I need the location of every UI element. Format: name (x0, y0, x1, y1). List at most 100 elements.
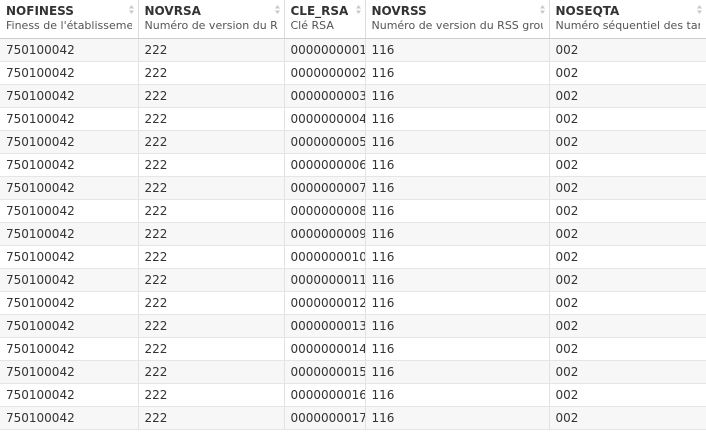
cell-novrss: 116 (365, 337, 550, 361)
cell-cle-rsa: 0000000012 (284, 291, 366, 315)
cell-cle-rsa: 0000000007 (284, 176, 366, 200)
table-row[interactable]: 750100042 222 0000000014 116 002 (0, 337, 706, 361)
cell-nofiness: 750100042 (0, 245, 139, 269)
cell-novrss: 116 (365, 383, 550, 407)
column-header-novrss[interactable]: NOVRSS Numéro de version du RSS groupé (365, 0, 550, 39)
cell-novrss: 116 (365, 360, 550, 384)
column-header-novrsa[interactable]: NOVRSANuméro de version du RSA (138, 0, 285, 39)
cell-noseqta: 002 (549, 268, 706, 292)
cell-novrsa: 222 (138, 314, 285, 338)
table-row[interactable]: 750100042 222 0000000006 116 002 (0, 153, 706, 177)
cell-noseqta: 002 (549, 84, 706, 108)
cell-cle-rsa: 0000000004 (284, 107, 366, 131)
cell-noseqta: 002 (549, 383, 706, 407)
cell-nofiness: 750100042 (0, 61, 139, 85)
table-row[interactable]: 750100042 222 0000000013 116 002 (0, 314, 706, 338)
cell-cle-rsa: 0000000013 (284, 314, 366, 338)
table-row[interactable]: 750100042 222 0000000017 116 002 (0, 406, 706, 430)
cell-novrss: 116 (365, 199, 550, 223)
cell-novrsa: 222 (138, 268, 285, 292)
sort-icon[interactable] (128, 5, 134, 14)
cell-novrss: 116 (365, 61, 550, 85)
table-body: 750100042 222 0000000001 116 002 750100042 222… (0, 38, 706, 430)
cell-cle-rsa: 0000000016 (284, 383, 366, 407)
cell-novrss: 116 (365, 38, 550, 62)
sort-icon[interactable] (697, 5, 702, 14)
table-row[interactable]: 750100042 222 0000000007 116 002 (0, 176, 706, 200)
cell-novrsa: 222 (138, 291, 285, 315)
cell-noseqta: 002 (549, 176, 706, 200)
column-description: Finess de l'établissement (6, 19, 132, 32)
cell-noseqta: 002 (549, 222, 706, 246)
cell-cle-rsa: 0000000009 (284, 222, 366, 246)
sort-icon[interactable] (539, 5, 545, 14)
cell-novrsa: 222 (138, 337, 285, 361)
column-header-noseqta[interactable]: NOSEQTA Numéro séquentiel des tarifs (549, 0, 706, 39)
table-row[interactable]: 750100042 222 0000000008 116 002 (0, 199, 706, 223)
cell-novrsa: 222 (138, 38, 285, 62)
cell-nofiness: 750100042 (0, 176, 139, 200)
table-row[interactable]: 750100042 222 0000000010 116 002 (0, 245, 706, 269)
table-row[interactable]: 750100042 222 0000000016 116 002 (0, 383, 706, 407)
cell-novrsa: 222 (138, 245, 285, 269)
cell-novrsa: 222 (138, 84, 285, 108)
column-header-cle-rsa[interactable]: CLE_RSA Clé RSA (284, 0, 366, 39)
table-row[interactable]: 750100042 222 0000000003 116 002 (0, 84, 706, 108)
column-description: Clé RSA (290, 19, 334, 32)
cell-novrsa: 222 (138, 406, 285, 430)
cell-noseqta: 002 (549, 245, 706, 269)
cell-noseqta: 002 (549, 107, 706, 131)
cell-nofiness: 750100042 (0, 107, 139, 131)
cell-nofiness: 750100042 (0, 383, 139, 407)
cell-novrsa: 222 (138, 222, 285, 246)
cell-nofiness: 750100042 (0, 199, 139, 223)
table-row[interactable]: 750100042 222 0000000011 116 002 (0, 268, 706, 292)
cell-noseqta: 002 (549, 199, 706, 223)
cell-cle-rsa: 0000000008 (284, 199, 366, 223)
cell-novrsa: 222 (138, 199, 285, 223)
cell-noseqta: 002 (549, 130, 706, 154)
table-row[interactable]: 750100042 222 0000000015 116 002 (0, 360, 706, 384)
cell-nofiness: 750100042 (0, 291, 139, 315)
table-row[interactable]: 750100042 222 0000000004 116 002 (0, 107, 706, 131)
cell-novrss: 116 (365, 130, 550, 154)
cell-noseqta: 002 (549, 291, 706, 315)
column-header-nofiness[interactable]: NOFINESS Finess de l'établissement (0, 0, 139, 39)
column-name: CLE_RSA (290, 4, 349, 18)
cell-novrss: 116 (365, 291, 550, 315)
cell-novrss: 116 (365, 84, 550, 108)
header-row: NOFINESS Finess de l'établissement NOVRSA N… (0, 0, 706, 39)
cell-nofiness: 750100042 (0, 153, 139, 177)
cell-novrss: 116 (365, 176, 550, 200)
cell-novrss: 116 (365, 314, 550, 338)
sort-icon[interactable] (355, 5, 361, 14)
table-row[interactable]: 750100042 222 0000000001 116 002 (0, 38, 706, 62)
cell-nofiness: 750100042 (0, 38, 139, 62)
cell-cle-rsa: 0000000002 (284, 61, 366, 85)
table-row[interactable]: 750100042 222 0000000002 116 002 (0, 61, 706, 85)
cell-cle-rsa: 0000000003 (284, 84, 366, 108)
data-table-container: NOFINESS Finess de l'établissement NOVRSA N… (0, 0, 706, 432)
cell-noseqta: 002 (549, 337, 706, 361)
cell-novrss: 116 (365, 406, 550, 430)
cell-cle-rsa: 0000000014 (284, 337, 366, 361)
sort-icon[interactable] (274, 5, 280, 14)
cell-novrss: 116 (365, 153, 550, 177)
data-table: NOFINESS Finess de l'établissement NOVRSA N… (0, 0, 706, 430)
cell-noseqta: 002 (549, 314, 706, 338)
column-description: Numéro de version du RSS groupé (371, 19, 543, 32)
cell-cle-rsa: 0000000006 (284, 153, 366, 177)
table-row[interactable]: 750100042 222 0000000012 116 002 (0, 291, 706, 315)
cell-noseqta: 002 (549, 153, 706, 177)
column-description: Numéro de version du RSA (144, 19, 278, 32)
column-name: NOVRSS (371, 4, 427, 18)
table-row[interactable]: 750100042 222 0000000009 116 002 (0, 222, 706, 246)
cell-nofiness: 750100042 (0, 130, 139, 154)
column-name: NOVRSA (144, 4, 201, 18)
cell-novrss: 116 (365, 107, 550, 131)
cell-novrss: 116 (365, 245, 550, 269)
cell-nofiness: 750100042 (0, 406, 139, 430)
column-description: Numéro séquentiel des tarifs (555, 19, 701, 32)
cell-novrss: 116 (365, 268, 550, 292)
table-row[interactable]: 750100042 222 0000000005 116 002 (0, 130, 706, 154)
